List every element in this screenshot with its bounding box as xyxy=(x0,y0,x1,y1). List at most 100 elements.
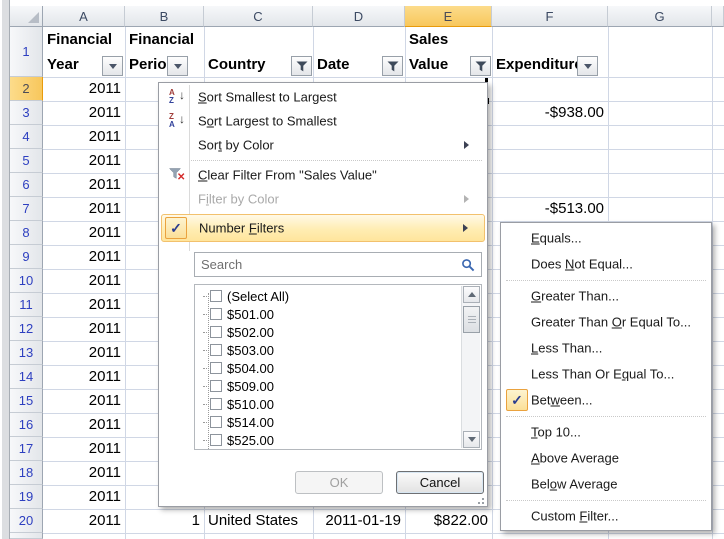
row-header-15[interactable]: 15 xyxy=(10,389,43,413)
list-item[interactable]: $510.00 xyxy=(195,395,481,413)
submenu-item-less-than-or-equal-to[interactable]: Less Than Or Equal To... xyxy=(503,361,709,387)
cell-A3[interactable]: 2011 xyxy=(47,101,121,125)
filter-button-A[interactable] xyxy=(102,56,123,76)
menu-item-clear-filter[interactable]: ✕Clear Filter From "Sales Value" xyxy=(161,163,485,187)
filter-button-D[interactable] xyxy=(382,56,403,76)
list-item-partial[interactable] xyxy=(195,449,481,450)
cell-A8[interactable]: 2011 xyxy=(47,221,121,245)
menu-item-filter-by-color[interactable]: Filter by Color xyxy=(161,187,485,211)
cell-A4[interactable]: 2011 xyxy=(47,125,121,149)
filter-button-F[interactable] xyxy=(577,56,598,76)
submenu-item-above-average[interactable]: Above Average xyxy=(503,445,709,471)
cell-A17[interactable]: 2011 xyxy=(47,437,121,461)
row-header-19[interactable]: 19 xyxy=(10,485,43,509)
list-item[interactable]: $501.00 xyxy=(195,305,481,323)
cancel-button[interactable]: Cancel xyxy=(396,471,484,494)
cell-A18[interactable]: 2011 xyxy=(47,461,121,485)
value-checkbox[interactable] xyxy=(210,290,222,302)
value-checkbox[interactable] xyxy=(210,416,222,428)
cell-D20[interactable]: 2011-01-19 xyxy=(317,509,401,533)
list-item[interactable]: $514.00 xyxy=(195,413,481,431)
cell-A6[interactable]: 2011 xyxy=(47,173,121,197)
column-header-A[interactable]: A xyxy=(43,6,125,27)
filter-button-C[interactable] xyxy=(291,56,312,76)
cell-A19[interactable]: 2011 xyxy=(47,485,121,509)
list-item[interactable]: $509.00 xyxy=(195,377,481,395)
row-header-16[interactable]: 16 xyxy=(10,413,43,437)
list-item[interactable]: $503.00 xyxy=(195,341,481,359)
menu-item-sort-smallest-to-largest[interactable]: AZ↓Sort Smallest to Largest xyxy=(161,85,485,109)
ok-button[interactable]: OK xyxy=(295,471,383,494)
row-header-14[interactable]: 14 xyxy=(10,365,43,389)
cell-A20[interactable]: 2011 xyxy=(47,509,121,533)
submenu-item-greater-than-or-equal-to[interactable]: Greater Than Or Equal To... xyxy=(503,309,709,335)
list-item[interactable]: $525.00 xyxy=(195,431,481,449)
filter-button-E[interactable] xyxy=(470,56,491,76)
column-header-B[interactable]: B xyxy=(125,6,204,27)
list-item[interactable]: $502.00 xyxy=(195,323,481,341)
row-header-7[interactable]: 7 xyxy=(10,197,43,221)
search-input[interactable]: Search xyxy=(194,252,482,277)
cell-A10[interactable]: 2011 xyxy=(47,269,121,293)
row-header-12[interactable]: 12 xyxy=(10,317,43,341)
row-header-5[interactable]: 5 xyxy=(10,149,43,173)
row-header-13[interactable]: 13 xyxy=(10,341,43,365)
cell-A7[interactable]: 2011 xyxy=(47,197,121,221)
cell-A14[interactable]: 2011 xyxy=(47,365,121,389)
submenu-item-top-10[interactable]: Top 10... xyxy=(503,419,709,445)
cell-A9[interactable]: 2011 xyxy=(47,245,121,269)
value-checkbox[interactable] xyxy=(210,308,222,320)
cell-F3[interactable]: -$938.00 xyxy=(496,101,604,125)
row-header-17[interactable]: 17 xyxy=(10,437,43,461)
row-header-9[interactable]: 9 xyxy=(10,245,43,269)
scroll-up-button[interactable] xyxy=(463,286,480,303)
cell-C20[interactable]: United States xyxy=(208,509,309,533)
column-header-G[interactable]: G xyxy=(608,6,712,27)
cell-A15[interactable]: 2011 xyxy=(47,389,121,413)
value-checkbox[interactable] xyxy=(210,434,222,446)
cell-E20[interactable]: $822.00 xyxy=(409,509,488,533)
list-item[interactable]: $504.00 xyxy=(195,359,481,377)
menu-item-sort-largest-to-smallest[interactable]: ZA↓Sort Largest to Smallest xyxy=(161,109,485,133)
cell-A5[interactable]: 2011 xyxy=(47,149,121,173)
cell-F7[interactable]: -$513.00 xyxy=(496,197,604,221)
value-checkbox[interactable] xyxy=(210,326,222,338)
submenu-item-does-not-equal[interactable]: Does Not Equal... xyxy=(503,251,709,277)
row-header-20[interactable]: 20 xyxy=(10,509,43,533)
submenu-item-custom-filter[interactable]: Custom Filter... xyxy=(503,503,709,529)
scrollbar-thumb[interactable] xyxy=(463,306,480,333)
row-header-11[interactable]: 11 xyxy=(10,293,43,317)
column-header-D[interactable]: D xyxy=(313,6,405,27)
resize-grip[interactable] xyxy=(476,496,484,504)
submenu-item-greater-than[interactable]: Greater Than... xyxy=(503,283,709,309)
cell-A16[interactable]: 2011 xyxy=(47,413,121,437)
column-header-C[interactable]: C xyxy=(204,6,313,27)
submenu-item-between[interactable]: ✓Between... xyxy=(503,387,709,413)
cell-B20[interactable]: 1 xyxy=(129,509,200,533)
value-checkbox[interactable] xyxy=(210,362,222,374)
cell-A13[interactable]: 2011 xyxy=(47,341,121,365)
menu-item-sort-by-color[interactable]: Sort by Color xyxy=(161,133,485,157)
row-header-18[interactable]: 18 xyxy=(10,461,43,485)
scroll-down-button[interactable] xyxy=(463,431,480,448)
row-header-2[interactable]: 2 xyxy=(10,77,43,101)
column-header-partial[interactable] xyxy=(712,6,724,27)
column-header-E[interactable]: E xyxy=(405,6,492,27)
menu-item-number-filters[interactable]: ✓Number Filters xyxy=(161,214,485,242)
cell-A12[interactable]: 2011 xyxy=(47,317,121,341)
column-header-F[interactable]: F xyxy=(492,6,608,27)
cell-A2[interactable]: 2011 xyxy=(47,77,121,101)
submenu-item-equals[interactable]: Equals... xyxy=(503,225,709,251)
submenu-item-less-than[interactable]: Less Than... xyxy=(503,335,709,361)
row-header-8[interactable]: 8 xyxy=(10,221,43,245)
list-scrollbar[interactable] xyxy=(461,286,480,448)
row-header-3[interactable]: 3 xyxy=(10,101,43,125)
select-all-corner[interactable] xyxy=(10,6,43,27)
filter-button-B[interactable] xyxy=(167,56,188,76)
row-header-10[interactable]: 10 xyxy=(10,269,43,293)
row-header-6[interactable]: 6 xyxy=(10,173,43,197)
row-header-partial[interactable] xyxy=(10,533,43,539)
row-header-4[interactable]: 4 xyxy=(10,125,43,149)
row-header-1[interactable]: 1 xyxy=(10,27,43,77)
submenu-item-below-average[interactable]: Below Average xyxy=(503,471,709,497)
